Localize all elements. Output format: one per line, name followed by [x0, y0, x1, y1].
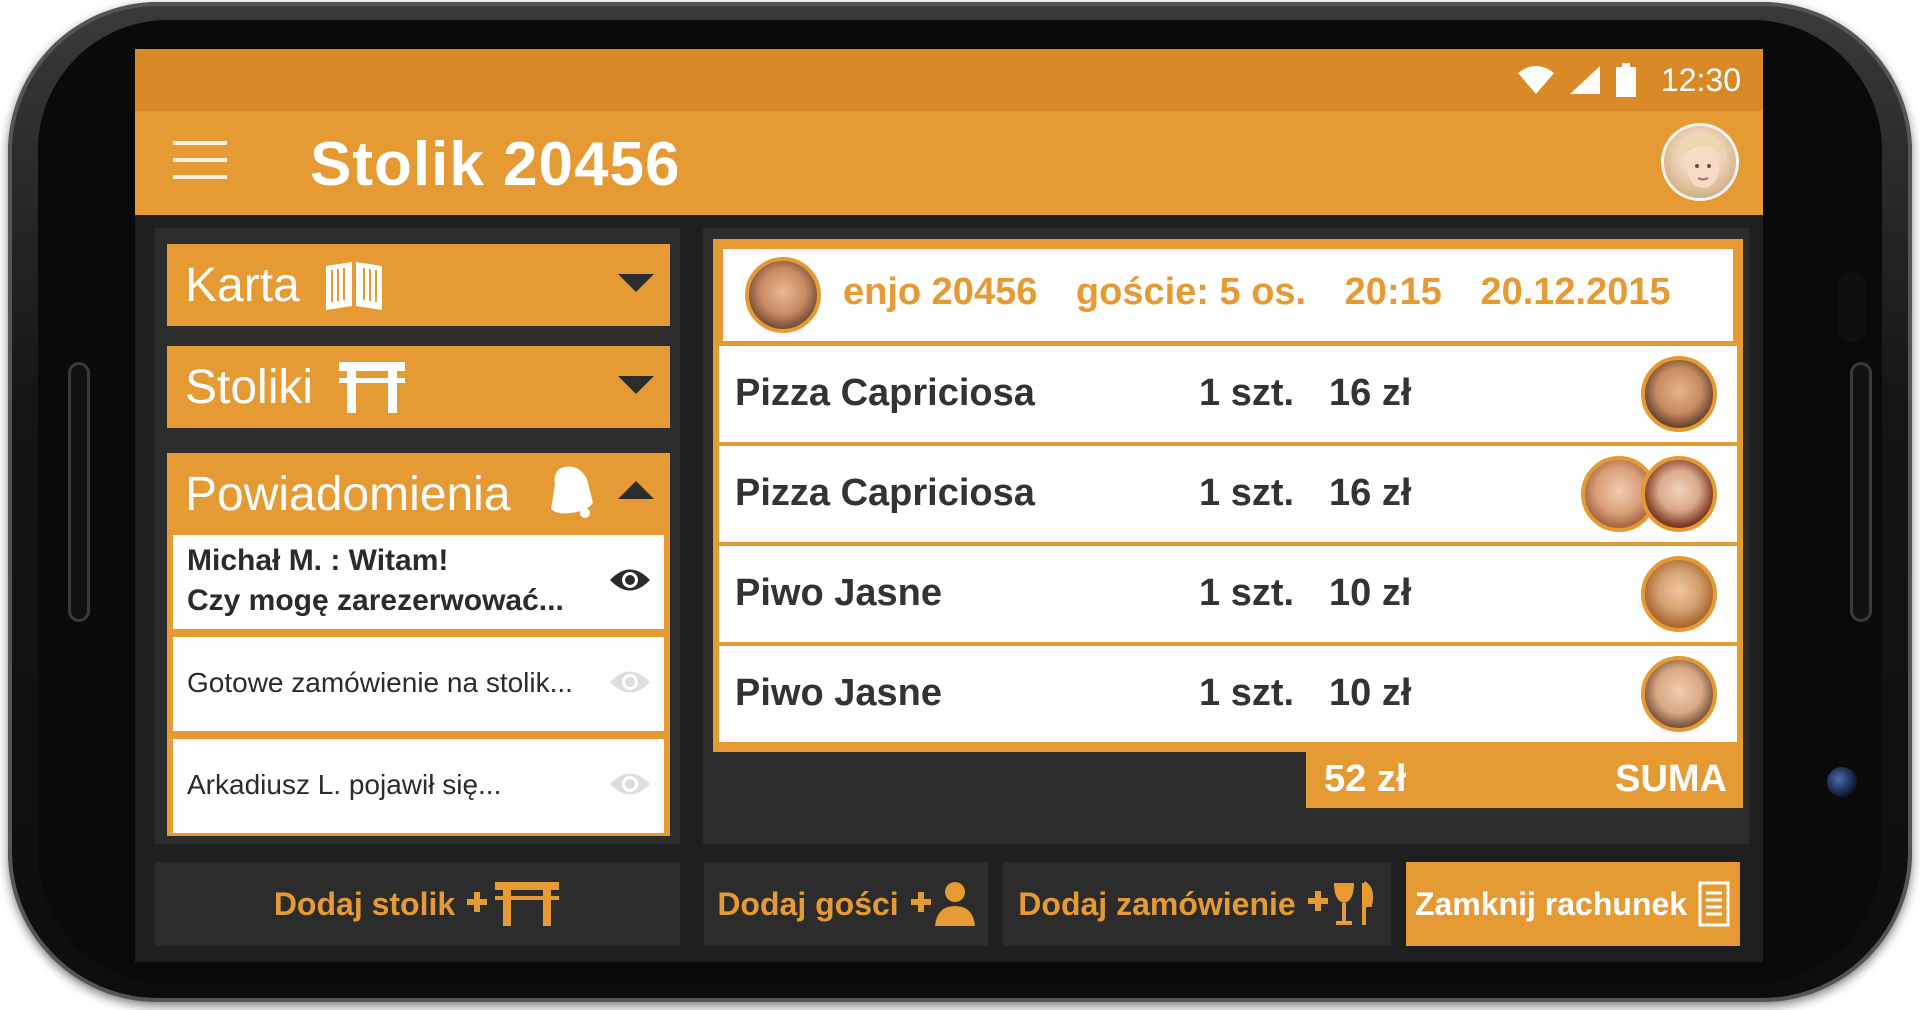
order-panel: enjo 20456 goście: 5 os. 20:15 20.12.201…	[703, 228, 1749, 844]
item-name: Pizza Capriciosa	[735, 372, 1035, 414]
item-qty: 1 szt.	[1199, 572, 1295, 614]
speaker-left	[68, 362, 90, 622]
order-header: enjo 20456 goście: 5 os. 20:15 20.12.201…	[723, 249, 1733, 341]
notification-item[interactable]: Arkadiusz L. pojawił się...	[173, 739, 664, 833]
order-row[interactable]: Piwo Jasne 1 szt. 10 zł	[719, 646, 1737, 742]
order-time: 20:15	[1344, 271, 1442, 313]
add-order-icon	[1307, 881, 1373, 925]
add-table-button[interactable]: Dodaj stolik	[155, 862, 680, 946]
speaker-right	[1850, 362, 1872, 622]
sum-bar: 52 zł SUMA	[1306, 752, 1743, 808]
notification-item[interactable]: Gotowe zamówienie na stolik...	[173, 637, 664, 731]
notification-text: Michał M. : Witam! Czy mogę zarezerwować…	[187, 544, 564, 617]
item-name: Piwo Jasne	[735, 672, 942, 714]
chevron-up-icon	[618, 481, 654, 499]
wifi-icon	[1517, 66, 1554, 94]
item-name: Piwo Jasne	[735, 572, 942, 614]
add-table-icon	[467, 882, 560, 926]
notifications-header[interactable]: Powiadomienia	[167, 453, 670, 535]
notification-item[interactable]: Michał M. : Witam! Czy mogę zarezerwować…	[173, 535, 664, 629]
guest-avatar	[1641, 656, 1717, 732]
app-bar: Stolik 20456	[135, 111, 1763, 215]
stoliki-label: Stoliki	[185, 361, 314, 414]
order-date: 20.12.2015	[1480, 271, 1671, 313]
chevron-down-icon	[618, 376, 654, 394]
guest-avatar	[1641, 356, 1717, 432]
karta-label: Karta	[185, 259, 300, 312]
table-icon	[339, 362, 405, 413]
user-avatar[interactable]	[1661, 123, 1739, 201]
close-bill-label: Zamknij rachunek	[1414, 885, 1688, 922]
sum-value: 52 zł	[1324, 758, 1407, 800]
order-row[interactable]: Pizza Capriciosa 1 szt. 16 zł	[719, 446, 1737, 542]
sensor	[1837, 272, 1867, 342]
item-qty: 1 szt.	[1199, 472, 1295, 514]
book-icon	[326, 262, 382, 310]
table-name: enjo 20456	[843, 271, 1038, 313]
add-person-icon	[910, 882, 975, 926]
karta-section[interactable]: Karta	[167, 244, 670, 326]
receipt-icon	[1698, 881, 1730, 927]
page-title: Stolik 20456	[310, 130, 681, 199]
add-table-label: Dodaj stolik	[273, 885, 456, 922]
menu-icon[interactable]	[173, 141, 227, 185]
order-header-text: enjo 20456 goście: 5 os. 20:15 20.12.201…	[843, 271, 1699, 314]
item-price: 16 zł	[1329, 372, 1412, 414]
item-name: Pizza Capriciosa	[735, 472, 1035, 514]
chevron-down-icon	[618, 274, 654, 292]
order-row[interactable]: Piwo Jasne 1 szt. 10 zł	[719, 546, 1737, 642]
bell-icon	[551, 466, 593, 518]
camera	[1827, 767, 1857, 797]
item-price: 16 zł	[1329, 472, 1412, 514]
eye-icon[interactable]	[608, 563, 652, 597]
item-price: 10 zł	[1329, 672, 1412, 714]
close-bill-button[interactable]: Zamknij rachunek	[1406, 862, 1740, 946]
sum-label: SUMA	[1615, 758, 1727, 800]
signal-icon	[1569, 66, 1600, 94]
notifications-label: Powiadomienia	[185, 468, 511, 521]
order-box: enjo 20456 goście: 5 os. 20:15 20.12.201…	[713, 239, 1743, 752]
add-guests-button[interactable]: Dodaj gości	[704, 862, 988, 946]
add-order-label: Dodaj zamówienie	[1018, 885, 1296, 922]
stoliki-section[interactable]: Stoliki	[167, 346, 670, 428]
guest-avatar	[1641, 556, 1717, 632]
notification-text: Arkadiusz L. pojawił się...	[187, 769, 502, 800]
waiter-avatar	[745, 257, 821, 333]
item-price: 10 zł	[1329, 572, 1412, 614]
item-qty: 1 szt.	[1199, 672, 1295, 714]
guest-count: goście: 5 os.	[1075, 271, 1307, 313]
status-bar: 12:30	[135, 49, 1763, 111]
left-panel: Karta Stoliki Powiadomienia Michał M. : …	[155, 228, 680, 844]
eye-icon[interactable]	[608, 665, 652, 699]
screen: 12:30 Stolik 20456 Karta Stoliki Powiado…	[135, 49, 1763, 962]
notification-text: Gotowe zamówienie na stolik...	[187, 667, 573, 698]
battery-icon	[1615, 63, 1636, 97]
eye-icon[interactable]	[608, 767, 652, 801]
add-order-button[interactable]: Dodaj zamówienie	[1003, 862, 1391, 946]
clock: 12:30	[1660, 61, 1741, 98]
notifications-section: Powiadomienia Michał M. : Witam! Czy mog…	[167, 453, 670, 836]
guest-avatar	[1641, 456, 1717, 532]
order-row[interactable]: Pizza Capriciosa 1 szt. 16 zł	[719, 346, 1737, 442]
item-qty: 1 szt.	[1199, 372, 1295, 414]
add-guests-label: Dodaj gości	[717, 885, 899, 922]
